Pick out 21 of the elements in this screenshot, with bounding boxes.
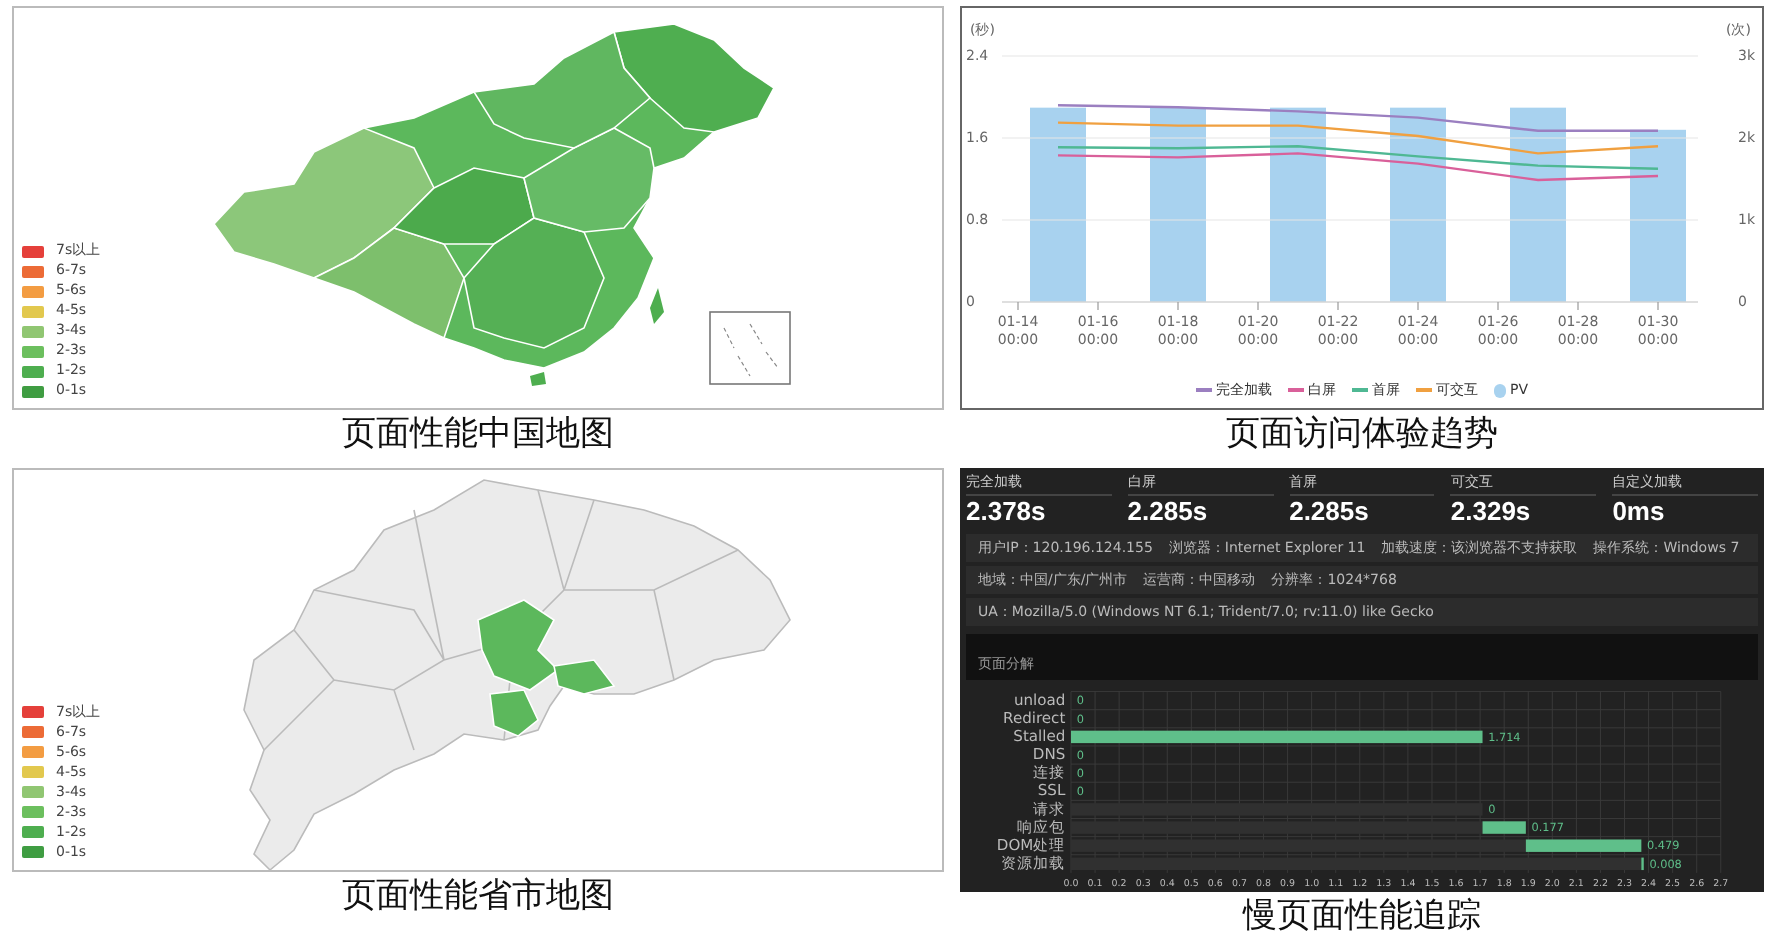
category-label: 资源加载 bbox=[1001, 853, 1066, 871]
metric-value: 2.378s bbox=[966, 495, 1048, 529]
panel-caption: 慢页面性能追踪 bbox=[1243, 895, 1481, 937]
metric-value: 2.285s bbox=[1127, 495, 1210, 529]
category-label: DNS bbox=[1032, 744, 1066, 763]
category-label: 连接 bbox=[1033, 762, 1066, 781]
metric-value: 2.285s bbox=[1289, 495, 1371, 529]
metric-value: 2.329s bbox=[1450, 495, 1533, 529]
duration-bar bbox=[1482, 820, 1526, 833]
panel-caption: 页面访问体验趋势 bbox=[1226, 414, 1498, 456]
metric-value: 0ms bbox=[1612, 495, 1667, 529]
duration-bar bbox=[1525, 838, 1642, 851]
category-label: 请求 bbox=[1033, 798, 1066, 817]
category-label: 响应包 bbox=[1017, 816, 1066, 835]
panel-caption: 页面性能中国地图 bbox=[342, 414, 614, 456]
category-label: unload bbox=[1013, 689, 1066, 708]
category-label: Redirect bbox=[1003, 707, 1066, 726]
category-label: Stalled bbox=[1013, 726, 1066, 745]
category-label: DOM处理 bbox=[996, 834, 1066, 853]
category-label: SSL bbox=[1037, 780, 1066, 799]
panel-caption: 页面性能省市地图 bbox=[342, 875, 614, 917]
